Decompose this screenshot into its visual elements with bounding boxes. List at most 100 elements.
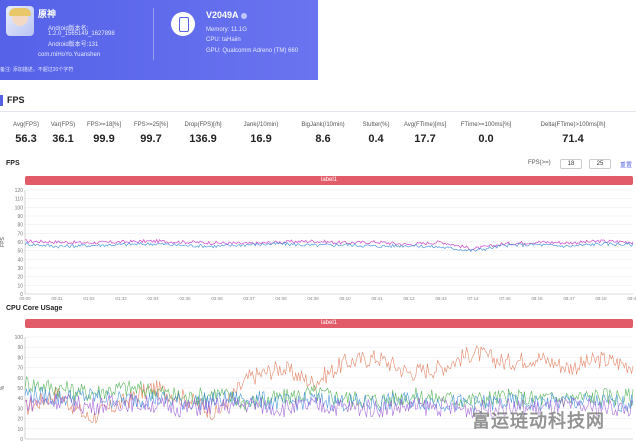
app-version-name: 1.2.0_1565149_1627898 [48, 31, 115, 37]
stat-label: FPS>=18[%] [86, 122, 122, 128]
stat-label: Var(FPS) [50, 122, 76, 128]
app-name: 原神 [38, 9, 57, 19]
fps-ytick-label: 50 [17, 249, 23, 255]
stat-drop-fps: Drop(FPS)[/h] 136.9 [184, 122, 221, 145]
fps-xtick-label: 08:16 [531, 296, 543, 301]
cpu-label-band[interactable]: label1 [25, 319, 633, 328]
cpu-ytick-label: 90 [17, 345, 23, 351]
fps-xtick-label: 07:45 [499, 296, 511, 301]
fps-ytick-label: 40 [17, 257, 23, 263]
app-package: com.miHoYo.Yuanshen [38, 52, 101, 58]
device-name: V2049A [206, 10, 247, 20]
stat-label: Avg(FTime)[ms] [403, 122, 447, 128]
stat-delta-ftime: Delta(FTime)>100ms[/h] 71.4 [541, 122, 606, 145]
cpu-ylabel: % [0, 385, 6, 390]
remark-text[interactable]: 备注: 添加描述，不超过20个字符 [0, 66, 73, 73]
stat-avg-ftime: Avg(FTime)[ms] 17.7 [404, 122, 446, 145]
fps-xtick-label: 04:39 [307, 296, 319, 301]
stat-value: 56.3 [15, 133, 37, 145]
fps-xtick-label: 07:14 [467, 296, 479, 301]
cpu-ytick-label: 30 [17, 406, 23, 412]
fps-ytick-label: 60 [17, 240, 23, 246]
stat-value: 17.7 [414, 133, 436, 145]
cpu-ytick-label: 100 [15, 335, 24, 341]
stat-var-fps: Var(FPS) 36.1 [51, 122, 76, 145]
fps-xtick-label: 03:37 [243, 296, 255, 301]
section-divider [0, 111, 636, 112]
stat-label: Jank(/10min) [243, 122, 279, 128]
fps-xtick-label: 08:47 [563, 296, 575, 301]
fps-threshold-input-1[interactable]: 18 [560, 159, 582, 169]
fps-xtick-label: 09:18 [595, 296, 607, 301]
fps-threshold-input-2[interactable]: 25 [589, 159, 611, 169]
phone-icon [171, 12, 195, 36]
device-gpu: GPU: Qualcomm Adreno (TM) 660 [206, 48, 299, 54]
stat-value: 71.4 [562, 133, 584, 145]
fps-xtick-label: 05:10 [339, 296, 351, 301]
fps-ytick-label: 10 [17, 283, 23, 289]
cpu-ytick-label: 10 [17, 427, 23, 433]
stat-fps-25: FPS>=25[%] 99.7 [134, 122, 168, 145]
stat-fps-18: FPS>=18[%] 99.9 [87, 122, 121, 145]
fps-xtick-label: 01:02 [83, 296, 95, 301]
device-name-text: V2049A [206, 10, 239, 20]
stat-value: 136.9 [189, 133, 217, 145]
stat-value: 99.7 [140, 133, 162, 145]
stat-value: 36.1 [52, 133, 74, 145]
fps-ytick-label: 120 [15, 188, 24, 194]
fps-xtick-label: 02:35 [179, 296, 191, 301]
fps-threshold-label: FPS(>=) [528, 160, 551, 166]
fps-ytick-label: 20 [17, 275, 23, 281]
device-memory: Memory: 11.1G [206, 27, 247, 33]
app-header-banner: 原神 Android版本名: 1.2.0_1565149_1627898 And… [0, 0, 318, 80]
fps-xtick-label: 00:31 [51, 296, 63, 301]
cpu-ytick-label: 20 [17, 417, 23, 423]
stat-value: 0.4 [368, 133, 384, 145]
device-cpu: CPU: taHaiin [206, 37, 241, 43]
fps-xtick-label: 04:08 [275, 296, 287, 301]
stat-label: BigJank(/10min) [301, 122, 345, 128]
fps-xtick-label: 05:41 [371, 296, 383, 301]
fps-ytick-label: 110 [15, 197, 23, 203]
fps-series-line-2 [24, 241, 634, 253]
app-version-code: Android版本号:131 [48, 42, 99, 48]
fps-xtick-label: 02:04 [147, 296, 159, 301]
fps-ytick-label: 90 [17, 214, 23, 220]
stat-label: Avg(FPS) [13, 122, 39, 128]
fps-xtick-label: 03:06 [211, 296, 223, 301]
header-divider [153, 8, 154, 60]
fps-xtick-label: 09:49 [627, 296, 636, 301]
stat-value: 8.6 [315, 133, 331, 145]
stat-bigjank: BigJank(/10min) 8.6 [301, 122, 344, 145]
fps-chart[interactable]: 0102030405060708090100110120FPS00:00 00:3… [0, 186, 636, 306]
cpu-ytick-label: 80 [17, 355, 23, 361]
section-title: FPS [7, 95, 25, 105]
watermark-text: 富运琏动科技网 [472, 411, 605, 431]
stat-jank: Jank(/10min) 16.9 [244, 122, 279, 145]
fps-xtick-label: 06:43 [435, 296, 447, 301]
stat-label: FTime>=100ms[%] [460, 122, 512, 128]
fps-reset-link[interactable]: 重置 [620, 160, 632, 169]
stat-value: 99.9 [93, 133, 115, 145]
fps-ytick-label: 30 [17, 266, 23, 272]
stat-avg-fps: Avg(FPS) 56.3 [13, 122, 39, 145]
cpu-ytick-label: 50 [17, 386, 23, 392]
stats-row: Avg(FPS) 56.3 Var(FPS) 36.1 FPS>=18[%] 99.9… [0, 122, 636, 158]
fps-ylabel: FPS [0, 236, 6, 246]
info-icon[interactable] [240, 12, 247, 19]
fps-label-band[interactable]: label1 [25, 176, 633, 185]
fps-xtick-label: 00:00 [19, 296, 31, 301]
cpu-ytick-label: 0 [20, 437, 23, 443]
fps-xtick-label: 01:33 [115, 296, 127, 301]
app-icon [6, 6, 34, 36]
fps-xtick-label: 06:12 [403, 296, 415, 301]
stat-label: Stutter(%) [362, 122, 390, 128]
stat-label: Delta(FTime)>100ms[/h] [540, 122, 606, 128]
cpu-ytick-label: 60 [17, 376, 23, 382]
stat-stutter: Stutter(%) 0.4 [362, 122, 389, 145]
stat-label: Drop(FPS)[/h] [184, 122, 222, 128]
stat-label: FPS>=25[%] [133, 122, 169, 128]
fps-ytick-label: 100 [15, 205, 24, 211]
cpu-ytick-label: 70 [17, 366, 23, 372]
cpu-chart-title: CPU Core USage [6, 305, 63, 312]
